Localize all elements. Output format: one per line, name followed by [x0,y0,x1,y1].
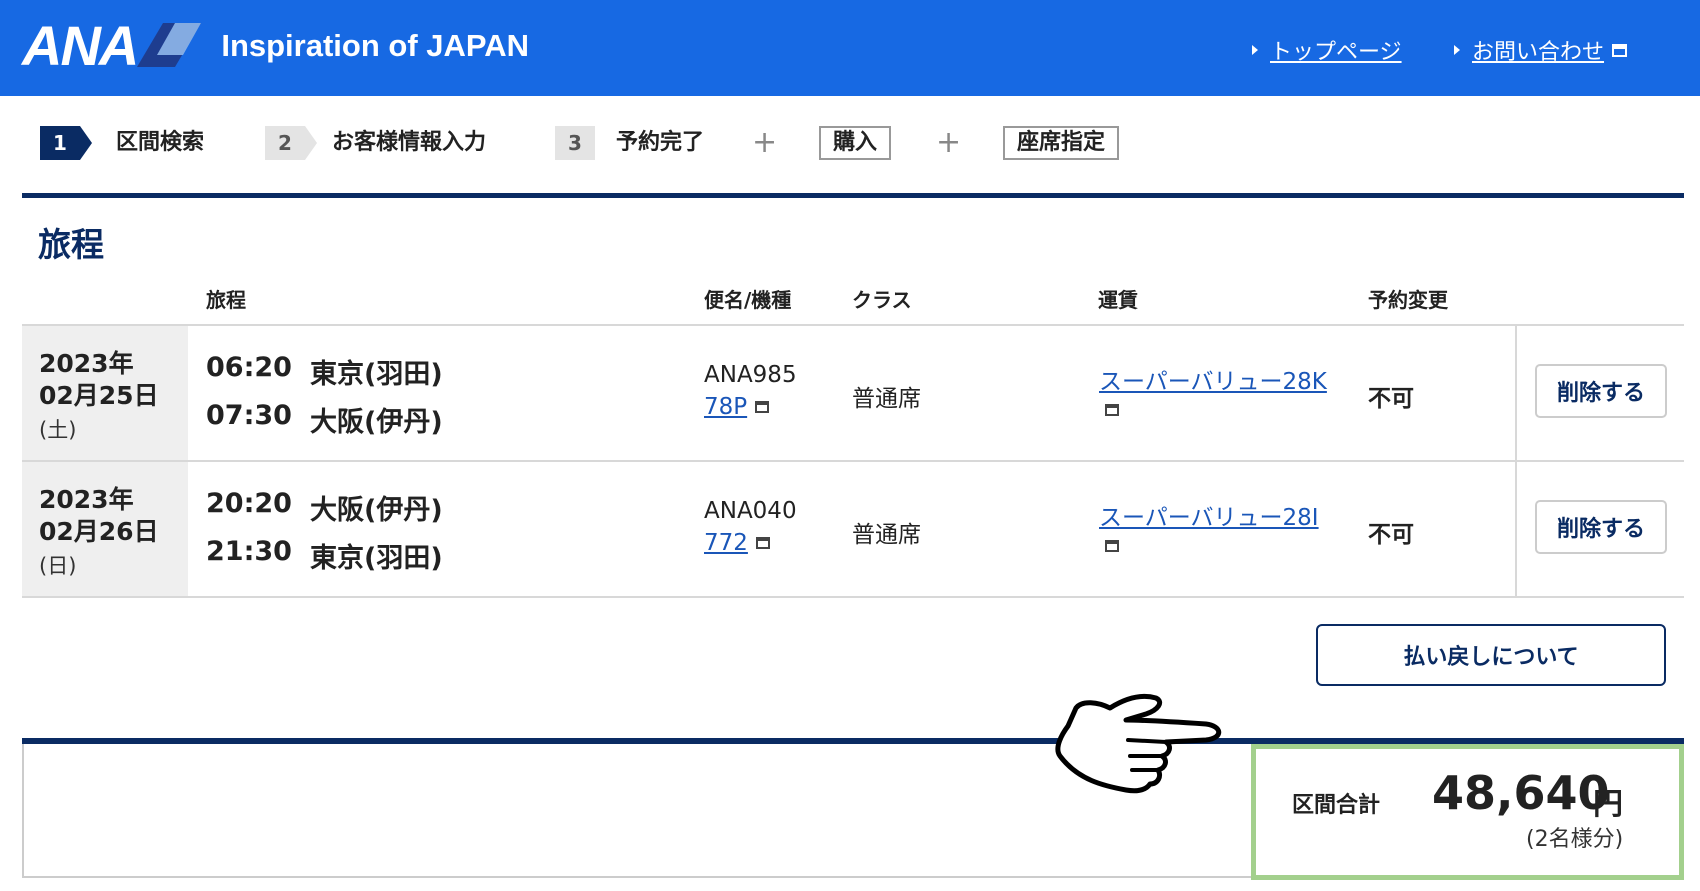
date-weekday: (土) [39,418,77,442]
column-route: 旅程 [206,288,246,312]
aircraft-link[interactable]: 772 [704,530,770,556]
seat-selection-step: 座席指定 [1003,126,1120,160]
aircraft-code: 772 [704,530,748,556]
logo-tagline: Inspiration of JAPAN [221,28,530,63]
change-allowed: 不可 [1368,522,1414,548]
currency-unit: 円 [1593,787,1623,822]
new-window-icon [755,401,770,413]
step-3-number: 3 [555,126,595,160]
row-date-cell: 2023年 02月26日 (日) [22,462,188,596]
fare-link[interactable]: スーパーバリュー28K [1099,362,1327,396]
step-1-arrow [80,126,92,160]
arrival-time: 07:30 [206,400,292,431]
itinerary-row: 2023年 02月26日 (日) 20:20 大阪(伊丹) 21:30 東京(羽… [22,460,1684,596]
logo-wordmark: ANA [22,14,139,77]
arrival-airport: 東京(羽田) [310,543,443,574]
new-window-icon [1105,404,1119,416]
date-year: 2023年 [39,349,134,378]
change-allowed: 不可 [1368,386,1414,412]
departure-airport: 東京(羽田) [310,359,443,390]
step-1-label: 区間検索 [116,130,205,155]
flight-number: ANA040 [704,498,797,524]
top-page-link[interactable]: トップページ [1252,34,1402,66]
aircraft-code: 78P [704,394,748,420]
plus-sign: + [936,125,962,160]
refund-info-button[interactable]: 払い戻しについて [1316,624,1666,686]
new-window-icon [755,537,770,549]
column-fare: 運賃 [1098,288,1138,312]
contact-link-label: お問い合わせ [1472,40,1605,65]
fare-link[interactable]: スーパーバリュー28I [1099,498,1319,532]
step-2-label: お客様情報入力 [332,130,487,155]
step-3-label: 予約完了 [616,130,705,155]
flight-number: ANA985 [704,362,797,388]
delete-button[interactable]: 削除する [1535,364,1667,418]
top-page-link-label: トップページ [1270,40,1402,65]
arrival-airport: 大阪(伊丹) [310,407,443,438]
new-window-icon [1612,43,1628,57]
step-2-number: 2 [265,126,305,160]
table-bottom-border [22,596,1684,598]
contact-link[interactable]: お問い合わせ [1454,34,1628,66]
column-divider [1515,326,1517,460]
aircraft-link[interactable]: 78P [704,394,770,420]
seat-class: 普通席 [852,386,921,412]
departure-time: 20:20 [206,488,292,519]
step-1-number: 1 [40,126,80,160]
row-date-cell: 2023年 02月25日 (土) [22,326,188,460]
purchase-step: 購入 [819,126,892,160]
itinerary-title: 旅程 [38,225,104,264]
logo-stripes-icon [137,23,202,67]
triangle-right-icon [1252,45,1258,55]
ana-logo[interactable]: ANA Inspiration of JAPAN [22,16,529,76]
section-total-box: 区間合計 48,640 円 (2名様分) [1251,744,1684,880]
triangle-right-icon [1454,45,1460,55]
total-label: 区間合計 [1292,793,1381,818]
pointing-hand-icon [1055,693,1222,794]
section-divider [22,193,1684,198]
total-amount: 48,640 [1432,766,1610,820]
passenger-count-note: (2名様分) [1526,827,1624,852]
column-class: クラス [852,288,912,312]
new-window-icon [1105,540,1119,552]
date-month-day: 02月25日 [39,381,159,410]
departure-airport: 大阪(伊丹) [310,495,443,526]
plus-sign: + [752,125,778,160]
departure-time: 06:20 [206,352,292,383]
date-year: 2023年 [39,485,134,514]
delete-button[interactable]: 削除する [1535,500,1667,554]
itinerary-row: 2023年 02月25日 (土) 06:20 東京(羽田) 07:30 大阪(伊… [22,324,1684,460]
date-weekday: (日) [39,554,77,578]
column-change: 予約変更 [1368,288,1448,312]
top-header: ANA Inspiration of JAPAN トップページ お問い合わせ [0,0,1700,96]
date-month-day: 02月26日 [39,517,159,546]
step-2-arrow [305,126,317,160]
column-divider [1515,462,1517,596]
column-flight: 便名/機種 [704,288,792,312]
seat-class: 普通席 [852,522,921,548]
progress-steps: 1 区間検索 2 お客様情報入力 3 予約完了 + 購入 + 座席指定 [40,124,1240,162]
arrival-time: 21:30 [206,536,292,567]
